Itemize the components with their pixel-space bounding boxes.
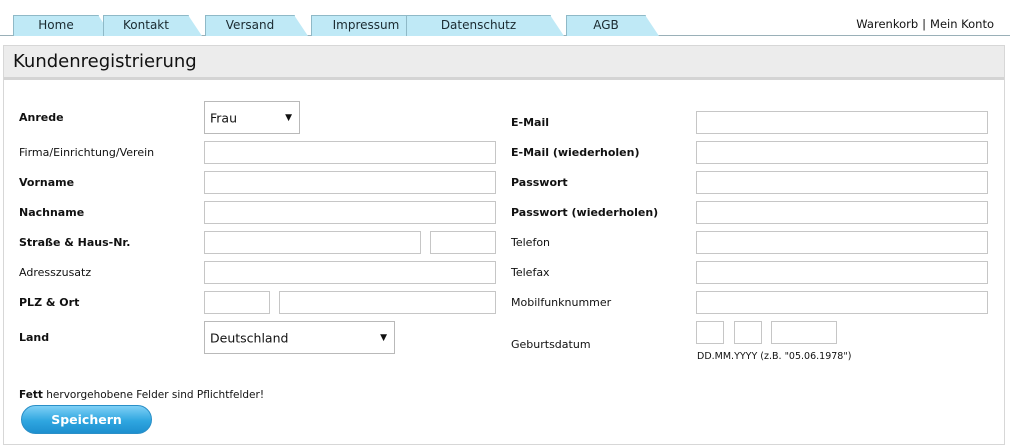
panel-header: Kundenregistrierung	[4, 46, 1004, 80]
telefon-field[interactable]	[696, 231, 988, 254]
chevron-down-icon: ▼	[380, 332, 387, 343]
passwort-repeat-field[interactable]	[696, 201, 988, 224]
tab-home[interactable]: Home	[13, 15, 112, 36]
save-button[interactable]: Speichern	[21, 405, 152, 434]
email-label: E-Mail	[511, 116, 549, 129]
email-field[interactable]	[696, 111, 988, 134]
plz-field[interactable]	[204, 291, 270, 314]
geburtsdatum-year-field[interactable]	[771, 321, 837, 344]
geburtsdatum-day-field[interactable]	[696, 321, 724, 344]
land-label: Land	[19, 331, 50, 344]
vorname-label: Vorname	[19, 176, 75, 189]
account-links: Warenkorb | Mein Konto	[856, 17, 994, 31]
anrede-label: Anrede	[19, 111, 64, 124]
tab-versand-label: Versand	[225, 18, 275, 32]
nachname-field[interactable]	[204, 201, 496, 224]
anrede-select[interactable]: Frau ▼	[204, 101, 300, 134]
tab-home-label: Home	[38, 18, 74, 32]
tab-versand[interactable]: Versand	[205, 15, 308, 36]
passwort-repeat-label: Passwort (wiederholen)	[511, 206, 659, 219]
tab-datenschutz-label: Datenschutz	[440, 18, 517, 32]
required-fields-note: Fett hervorgehobene Felder sind Pflichtf…	[19, 389, 264, 401]
cart-link[interactable]: Warenkorb	[856, 17, 918, 31]
tab-agb[interactable]: AGB	[566, 15, 659, 36]
tab-agb-label: AGB	[593, 18, 619, 32]
firma-label: Firma/Einrichtung/Verein	[19, 146, 155, 159]
nachname-label: Nachname	[19, 206, 85, 219]
hausnummer-field[interactable]	[430, 231, 496, 254]
ort-field[interactable]	[279, 291, 496, 314]
tab-impressum[interactable]: Impressum	[311, 15, 434, 36]
telefax-label: Telefax	[511, 266, 550, 279]
page-title: Kundenregistrierung	[13, 51, 197, 72]
mobil-label: Mobilfunknummer	[511, 296, 612, 309]
tab-kontakt-label: Kontakt	[123, 18, 169, 32]
passwort-field[interactable]	[696, 171, 988, 194]
note-text: hervorgehobene Felder sind Pflichtfelder…	[42, 389, 265, 401]
my-account-link[interactable]: Mein Konto	[930, 17, 994, 31]
adresszusatz-field[interactable]	[204, 261, 496, 284]
tab-datenschutz[interactable]: Datenschutz	[406, 15, 564, 36]
email-repeat-label: E-Mail (wiederholen)	[511, 146, 640, 159]
email-repeat-field[interactable]	[696, 141, 988, 164]
geburtsdatum-hint: DD.MM.YYYY (z.B. "05.06.1978")	[697, 351, 852, 362]
link-separator: |	[922, 17, 927, 31]
tab-impressum-label: Impressum	[332, 18, 400, 32]
chevron-down-icon: ▼	[285, 112, 292, 123]
land-select[interactable]: Deutschland ▼	[204, 321, 395, 354]
telefax-field[interactable]	[696, 261, 988, 284]
strasse-label: Straße & Haus-Nr.	[19, 236, 131, 249]
anrede-value: Frau	[210, 110, 238, 125]
geburtsdatum-month-field[interactable]	[734, 321, 762, 344]
mobil-field[interactable]	[696, 291, 988, 314]
note-bold-word: Fett	[19, 389, 43, 401]
top-navigation: Home Kontakt Versand Impressum Datenschu…	[0, 0, 1010, 38]
passwort-label: Passwort	[511, 176, 568, 189]
land-value: Deutschland	[210, 330, 289, 345]
geburtsdatum-label: Geburtsdatum	[511, 338, 591, 351]
strasse-field[interactable]	[204, 231, 421, 254]
telefon-label: Telefon	[511, 236, 551, 249]
tab-kontakt[interactable]: Kontakt	[103, 15, 202, 36]
adresszusatz-label: Adresszusatz	[19, 266, 92, 279]
plz-ort-label: PLZ & Ort	[19, 296, 80, 309]
firma-field[interactable]	[204, 141, 496, 164]
vorname-field[interactable]	[204, 171, 496, 194]
